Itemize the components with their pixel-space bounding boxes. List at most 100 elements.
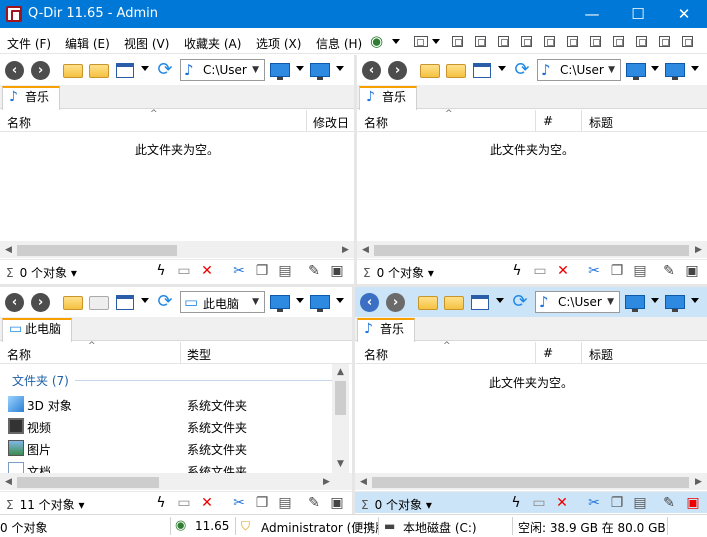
cut-icon[interactable]: ✂ bbox=[586, 495, 602, 511]
menu-options[interactable]: 选项 (X) bbox=[256, 35, 301, 52]
properties-icon[interactable]: ▣ bbox=[329, 495, 345, 511]
cut-icon[interactable]: ✂ bbox=[586, 263, 602, 279]
scroll-left-icon[interactable]: ◀ bbox=[0, 474, 17, 491]
cut-icon[interactable]: ✂ bbox=[231, 263, 247, 279]
paste-icon[interactable]: ▤ bbox=[277, 263, 293, 279]
minimize-button[interactable]: — bbox=[569, 0, 615, 28]
monitor-icon[interactable] bbox=[270, 63, 290, 80]
maximize-button[interactable]: ☐ bbox=[615, 0, 661, 28]
delete-icon[interactable]: ✕ bbox=[554, 495, 570, 511]
monitor-icon[interactable] bbox=[270, 295, 290, 312]
monitor-icon[interactable] bbox=[626, 63, 646, 80]
view-mode-icon[interactable] bbox=[116, 295, 134, 310]
layout-6-icon[interactable] bbox=[567, 36, 578, 47]
tab-music[interactable]: ♪ 音乐 bbox=[2, 86, 61, 110]
list-item[interactable]: 3D 对象 系统文件夹 bbox=[0, 393, 332, 415]
back-button[interactable]: ‹ bbox=[5, 293, 24, 312]
delete-icon[interactable]: ✕ bbox=[199, 263, 215, 279]
properties-icon[interactable]: ▣ bbox=[684, 263, 700, 279]
list-item[interactable]: 图片 系统文件夹 bbox=[0, 437, 332, 459]
column-title[interactable]: 标题 bbox=[589, 114, 613, 131]
scroll-right-icon[interactable]: ▶ bbox=[337, 242, 354, 259]
copy-icon[interactable]: ❐ bbox=[254, 263, 270, 279]
horizontal-scrollbar[interactable]: ◀ ▶ bbox=[0, 473, 352, 490]
scroll-left-icon[interactable]: ◀ bbox=[0, 242, 17, 259]
edit-icon[interactable]: ✎ bbox=[661, 263, 677, 279]
scroll-thumb[interactable] bbox=[335, 381, 346, 415]
column-name[interactable]: 名称 bbox=[7, 346, 31, 363]
tab-music[interactable]: ♪ 音乐 bbox=[357, 318, 416, 342]
globe-icon[interactable]: ◉ bbox=[370, 32, 383, 50]
chevron-down-icon[interactable]: ▼ bbox=[252, 65, 259, 75]
column-title[interactable]: 标题 bbox=[589, 346, 613, 363]
scroll-thumb[interactable] bbox=[372, 477, 689, 488]
layout-3-icon[interactable] bbox=[498, 36, 509, 47]
monitor-dropdown-icon[interactable] bbox=[651, 66, 659, 71]
forward-button[interactable]: › bbox=[386, 293, 405, 312]
group-header[interactable]: 文件夹 (7) bbox=[12, 372, 332, 390]
forward-button[interactable]: › bbox=[31, 61, 50, 80]
globe-dropdown-icon[interactable] bbox=[392, 39, 400, 44]
desktop-icon[interactable] bbox=[310, 63, 330, 80]
monitor-dropdown-icon[interactable] bbox=[651, 298, 659, 303]
scroll-thumb[interactable] bbox=[17, 477, 159, 488]
refresh-icon[interactable]: ⟳ bbox=[512, 60, 532, 80]
desktop-icon[interactable] bbox=[665, 295, 685, 312]
menu-edit[interactable]: 编辑 (E) bbox=[65, 35, 110, 52]
app-icon[interactable] bbox=[6, 6, 22, 22]
layout-5-icon[interactable] bbox=[544, 36, 555, 47]
lightning-icon[interactable]: ϟ bbox=[153, 495, 169, 511]
view-mode-icon[interactable] bbox=[473, 63, 491, 78]
scroll-right-icon[interactable]: ▶ bbox=[690, 474, 707, 491]
desktop-dropdown-icon[interactable] bbox=[691, 66, 699, 71]
layout-9-icon[interactable] bbox=[636, 36, 647, 47]
properties-icon[interactable]: ▣ bbox=[685, 495, 701, 511]
lightning-icon[interactable]: ϟ bbox=[509, 263, 525, 279]
view-mode-icon[interactable] bbox=[471, 295, 489, 310]
view-mode-dropdown-icon[interactable] bbox=[496, 298, 504, 303]
monitor-dropdown-icon[interactable] bbox=[296, 298, 304, 303]
refresh-icon[interactable]: ⟳ bbox=[510, 292, 530, 312]
menu-info[interactable]: 信息 (H) bbox=[316, 35, 362, 52]
tab-music[interactable]: ♪ 音乐 bbox=[359, 86, 418, 110]
view-mode-dropdown-icon[interactable] bbox=[141, 298, 149, 303]
up-folder-icon[interactable] bbox=[418, 296, 438, 310]
menu-favorites[interactable]: 收藏夹 (A) bbox=[184, 35, 241, 52]
chevron-down-icon[interactable]: ▼ bbox=[608, 65, 615, 75]
rename-icon[interactable]: ▭ bbox=[176, 495, 192, 511]
monitor-dropdown-icon[interactable] bbox=[296, 66, 304, 71]
edit-icon[interactable]: ✎ bbox=[306, 263, 322, 279]
layout-7-icon[interactable] bbox=[590, 36, 601, 47]
edit-icon[interactable]: ✎ bbox=[306, 495, 322, 511]
chevron-down-icon[interactable]: ▼ bbox=[607, 297, 614, 307]
scroll-left-icon[interactable]: ◀ bbox=[355, 474, 372, 491]
layout-10-icon[interactable] bbox=[659, 36, 670, 47]
paste-icon[interactable]: ▤ bbox=[277, 495, 293, 511]
desktop-dropdown-icon[interactable] bbox=[336, 66, 344, 71]
copy-icon[interactable]: ❐ bbox=[609, 495, 625, 511]
menu-view[interactable]: 视图 (V) bbox=[124, 35, 169, 52]
layout-icon[interactable] bbox=[414, 36, 428, 47]
layout-11-icon[interactable] bbox=[682, 36, 693, 47]
horizontal-scrollbar[interactable]: ◀ ▶ bbox=[355, 473, 707, 490]
refresh-icon[interactable]: ⟳ bbox=[155, 60, 175, 80]
layout-dropdown-icon[interactable] bbox=[432, 39, 440, 44]
up-folder-icon[interactable] bbox=[420, 64, 440, 78]
scroll-thumb[interactable] bbox=[17, 245, 177, 256]
object-count[interactable]: Σ0 个对象 ▾ bbox=[6, 264, 77, 281]
object-count[interactable]: Σ 11 个对象 ▾ bbox=[6, 496, 85, 513]
scroll-left-icon[interactable]: ◀ bbox=[357, 242, 374, 259]
layout-2-icon[interactable] bbox=[475, 36, 486, 47]
new-folder-icon[interactable] bbox=[89, 296, 109, 310]
rename-icon[interactable]: ▭ bbox=[176, 263, 192, 279]
delete-icon[interactable]: ✕ bbox=[555, 263, 571, 279]
properties-icon[interactable]: ▣ bbox=[329, 263, 345, 279]
tab-this-pc[interactable]: ▭ 此电脑 bbox=[2, 318, 73, 342]
column-modified[interactable]: 修改日 bbox=[313, 114, 349, 131]
new-folder-icon[interactable] bbox=[444, 296, 464, 310]
edit-icon[interactable]: ✎ bbox=[661, 495, 677, 511]
up-folder-icon[interactable] bbox=[63, 296, 83, 310]
column-number[interactable]: # bbox=[543, 114, 553, 128]
lightning-icon[interactable]: ϟ bbox=[508, 495, 524, 511]
layout-4-icon[interactable] bbox=[521, 36, 532, 47]
